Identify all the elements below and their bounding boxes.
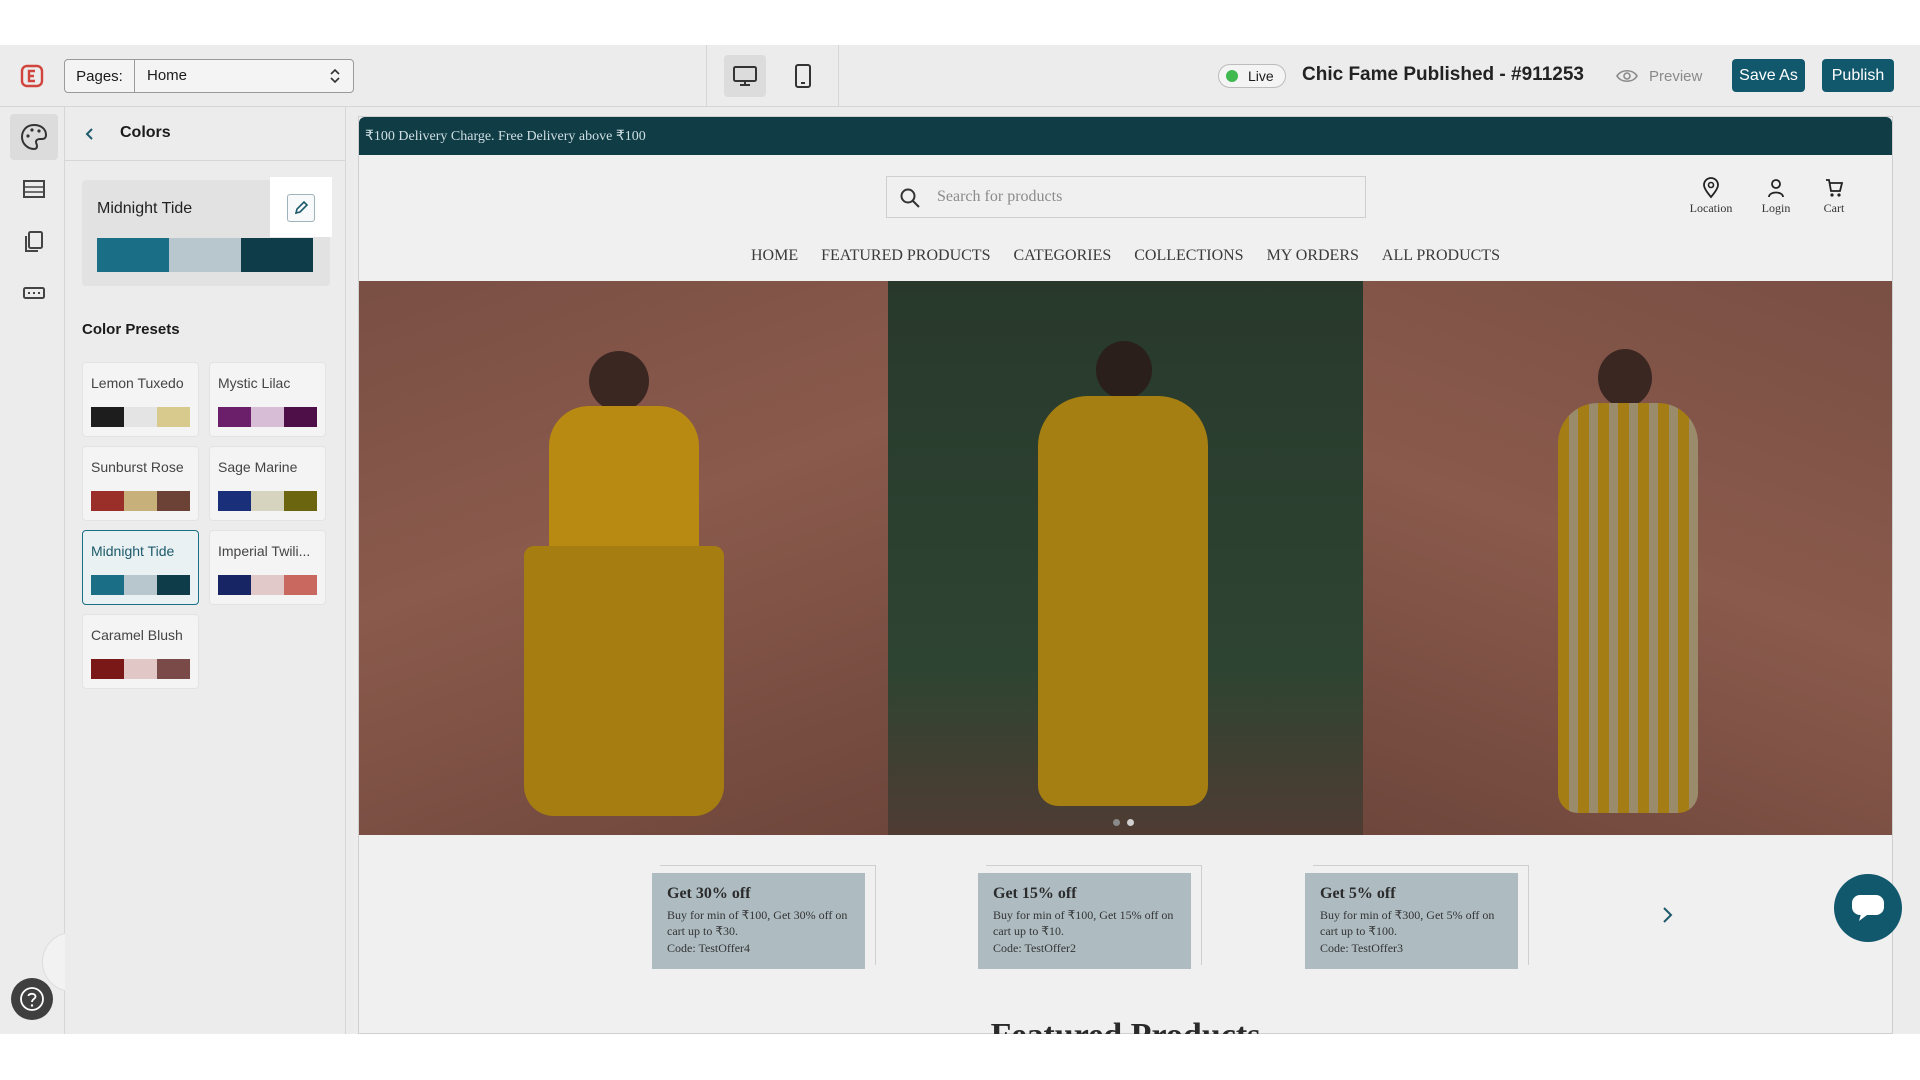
preset-card[interactable]: Mystic Lilac [209,362,326,437]
palette-icon[interactable] [10,114,58,160]
cart-icon [1824,177,1844,199]
preset-swatch-bar [218,407,317,427]
carousel-dots[interactable] [1113,819,1143,827]
presets-heading: Color Presets [82,321,180,338]
search-bar[interactable]: Search for products [886,176,1366,218]
nav-featured-products[interactable]: FEATURED PRODUCTS [821,247,990,269]
offer-code: Code: TestOffer3 [1320,941,1404,955]
preset-name: Sunburst Rose [91,459,184,475]
footer-section-icon[interactable] [10,272,58,314]
mobile-view-button[interactable] [782,55,824,97]
preset-card[interactable]: Caramel Blush [82,614,199,689]
preset-card[interactable]: Sunburst Rose [82,446,199,521]
offer-title: Get 15% off [993,885,1077,902]
main-nav: HOME FEATURED PRODUCTS CATEGORIES COLLEC… [359,247,1892,269]
current-theme-swatch-bar [97,238,313,272]
preset-name: Midnight Tide [91,543,175,559]
offer-code: Code: TestOffer4 [667,941,751,955]
hero-image-right [1363,281,1892,835]
swatch-secondary [169,238,241,272]
preset-swatch-bar [91,491,190,511]
offer-card[interactable]: Get 5% off Buy for min of ₹300, Get 5% o… [1305,873,1518,969]
search-placeholder: Search for products [937,188,1063,205]
preset-card[interactable]: Sage Marine [209,446,326,521]
layout-sections-icon[interactable] [10,168,58,210]
hero-banner[interactable] [359,281,1892,835]
location-pin-icon [1701,177,1721,199]
nav-categories[interactable]: CATEGORIES [1013,247,1111,269]
offer-card[interactable]: Get 30% off Buy for min of ₹100, Get 30%… [652,873,865,969]
announcement-bar: ₹100 Delivery Charge. Free Delivery abov… [359,117,1892,155]
preset-name: Sage Marine [218,459,298,475]
panel-title: Colors [120,124,171,141]
offer-description: Buy for min of ₹100, Get 30% off on cart… [667,908,848,938]
vertical-divider [838,45,839,107]
offer-description: Buy for min of ₹300, Get 5% off on cart … [1320,908,1495,938]
nav-all-products[interactable]: ALL PRODUCTS [1382,247,1500,269]
preview-button[interactable]: Preview [1615,63,1711,89]
preset-name: Imperial Twili... [218,543,311,559]
preset-card-selected[interactable]: Midnight Tide [82,530,199,605]
cart-link[interactable]: Cart [1809,177,1859,223]
chat-widget-button[interactable] [1834,874,1902,942]
nav-collections[interactable]: COLLECTIONS [1134,247,1243,269]
live-status-badge: Live [1218,64,1286,88]
preset-swatch-bar [218,575,317,595]
login-label: Login [1761,201,1791,215]
preset-card[interactable]: Lemon Tuxedo [82,362,199,437]
help-icon[interactable] [11,978,53,1020]
page-selected-value: Home [147,67,188,84]
search-icon [899,187,921,209]
cart-label: Cart [1823,201,1845,215]
hero-image-center [888,281,1363,835]
eye-icon [1615,66,1639,86]
edit-pencil-button[interactable] [287,194,315,222]
preview-label: Preview [1649,67,1703,85]
desktop-view-button[interactable] [724,55,766,97]
offers-next-chevron-icon[interactable] [1657,903,1677,927]
chat-bubble-icon [1851,894,1885,922]
preset-name: Caramel Blush [91,627,183,643]
chevron-updown-icon [327,66,343,86]
offer-title: Get 30% off [667,885,751,902]
swatch-tertiary [241,238,313,272]
store-title: Chic Fame Published - #911253 [1302,64,1584,85]
offer-title: Get 5% off [1320,885,1396,902]
preset-swatch-bar [91,407,190,427]
live-label: Live [1248,68,1274,84]
site-preview: ₹100 Delivery Charge. Free Delivery abov… [358,116,1893,1054]
back-chevron-icon[interactable] [80,124,100,144]
carousel-dot[interactable] [1113,819,1120,826]
live-dot-icon [1226,70,1238,82]
hero-image-left [359,281,888,835]
swatch-primary [97,238,169,272]
panel-divider [65,160,346,161]
user-icon [1766,177,1786,199]
vertical-divider [706,45,707,107]
publish-button[interactable]: Publish [1822,59,1894,92]
offer-code: Code: TestOffer2 [993,941,1077,955]
save-as-button[interactable]: Save As [1732,59,1805,92]
app-logo-icon[interactable] [20,64,44,88]
location-link[interactable]: Location [1681,177,1741,223]
nav-my-orders[interactable]: MY ORDERS [1267,247,1359,269]
pages-copy-icon[interactable] [10,220,58,262]
preset-name: Mystic Lilac [218,375,291,391]
location-label: Location [1689,201,1733,215]
bottom-strip [0,1034,1920,1080]
preset-swatch-bar [218,491,317,511]
preset-card[interactable]: Imperial Twili... [209,530,326,605]
carousel-dot-active[interactable] [1127,819,1134,826]
pages-selector[interactable]: Pages: Home [64,59,354,93]
nav-home[interactable]: HOME [751,247,798,269]
offer-card[interactable]: Get 15% off Buy for min of ₹100, Get 15%… [978,873,1191,969]
preset-name: Lemon Tuxedo [91,375,184,391]
login-link[interactable]: Login [1751,177,1801,223]
offer-description: Buy for min of ₹100, Get 15% off on cart… [993,908,1174,938]
preset-swatch-bar [91,659,190,679]
announcement-text: ₹100 Delivery Charge. Free Delivery abov… [365,129,646,144]
pages-label: Pages: [65,60,135,92]
current-theme-name: Midnight Tide [97,200,193,217]
preset-swatch-bar [91,575,190,595]
